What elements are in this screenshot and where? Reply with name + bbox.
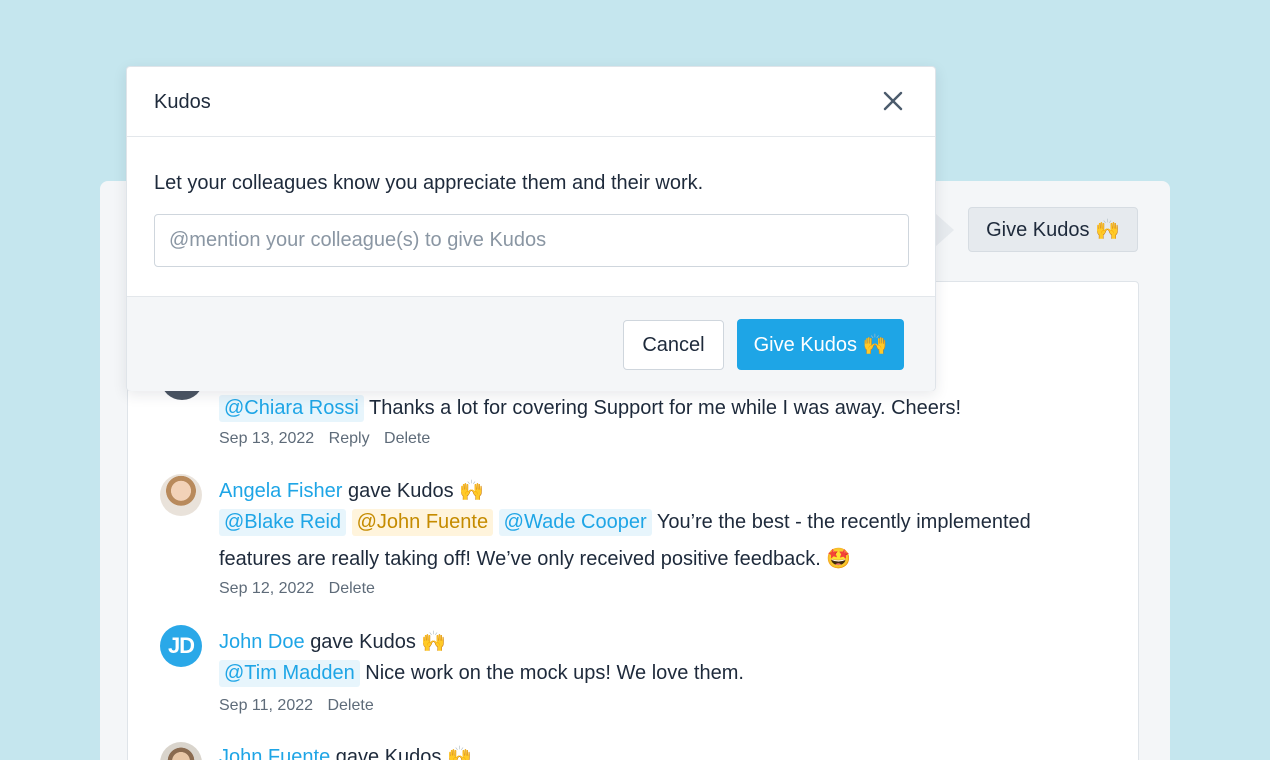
modal-description: Let your colleagues know you appreciate … — [154, 172, 704, 194]
delete-link[interactable]: Delete — [327, 697, 373, 714]
close-button[interactable] — [879, 87, 907, 115]
kudos-date: Sep 13, 2022 — [219, 430, 315, 447]
kudos-action-text: gave Kudos — [347, 480, 454, 502]
mention-chip[interactable]: @Wade Cooper — [498, 509, 652, 536]
modal-header: Kudos — [127, 67, 935, 137]
kudos-action-text: gave Kudos — [310, 631, 416, 653]
raised-hands-icon: 🙌 — [446, 744, 472, 760]
reply-link[interactable]: Reply — [329, 430, 370, 447]
kudos-date: Sep 11, 2022 — [219, 697, 314, 714]
mention-chip[interactable]: @John Fuente — [351, 509, 494, 536]
author-name[interactable]: Angela Fisher — [219, 480, 342, 502]
kudos-action-text: gave Kudos — [335, 746, 442, 760]
popover-pointer — [936, 214, 954, 246]
submit-kudos-button[interactable]: Give Kudos 🙌 — [737, 319, 904, 370]
delete-link[interactable]: Delete — [384, 430, 430, 447]
mention-chip[interactable]: @Blake Reid — [219, 509, 347, 536]
author-name[interactable]: John Fuente — [219, 746, 330, 760]
raised-hands-icon: 🙌 — [459, 478, 485, 502]
give-kudos-label: Give Kudos 🙌 — [986, 219, 1120, 241]
kudos-message: Thanks a lot for covering Support for me… — [369, 397, 962, 419]
mention-chip[interactable]: @Chiara Rossi — [219, 395, 364, 422]
star-struck-icon: 🤩 — [826, 546, 852, 570]
delete-link[interactable]: Delete — [329, 580, 375, 597]
mention-input[interactable] — [154, 214, 909, 267]
kudos-modal: Kudos Let your colleagues know you appre… — [126, 66, 936, 391]
raised-hands-icon: 🙌 — [421, 629, 447, 653]
kudos-message: Nice work on the mock ups! We love them. — [365, 662, 744, 684]
submit-label: Give Kudos 🙌 — [753, 334, 888, 356]
author-name[interactable]: John Doe — [219, 631, 305, 653]
modal-footer: Cancel Give Kudos 🙌 — [127, 296, 935, 391]
kudos-message: You’re the best - the recently implement… — [656, 511, 1031, 533]
give-kudos-button[interactable]: Give Kudos 🙌 — [968, 207, 1138, 252]
cancel-button[interactable]: Cancel — [623, 320, 724, 370]
avatar: JD — [160, 625, 202, 667]
mention-chip[interactable]: @Tim Madden — [219, 660, 360, 687]
kudos-date: Sep 12, 2022 — [219, 580, 315, 597]
cancel-label: Cancel — [642, 333, 705, 356]
avatar-initials: JD — [167, 633, 195, 658]
avatar — [160, 474, 202, 516]
close-icon — [883, 91, 903, 111]
modal-title: Kudos — [154, 91, 211, 113]
kudos-message: features are really taking off! We’ve on… — [219, 548, 821, 570]
